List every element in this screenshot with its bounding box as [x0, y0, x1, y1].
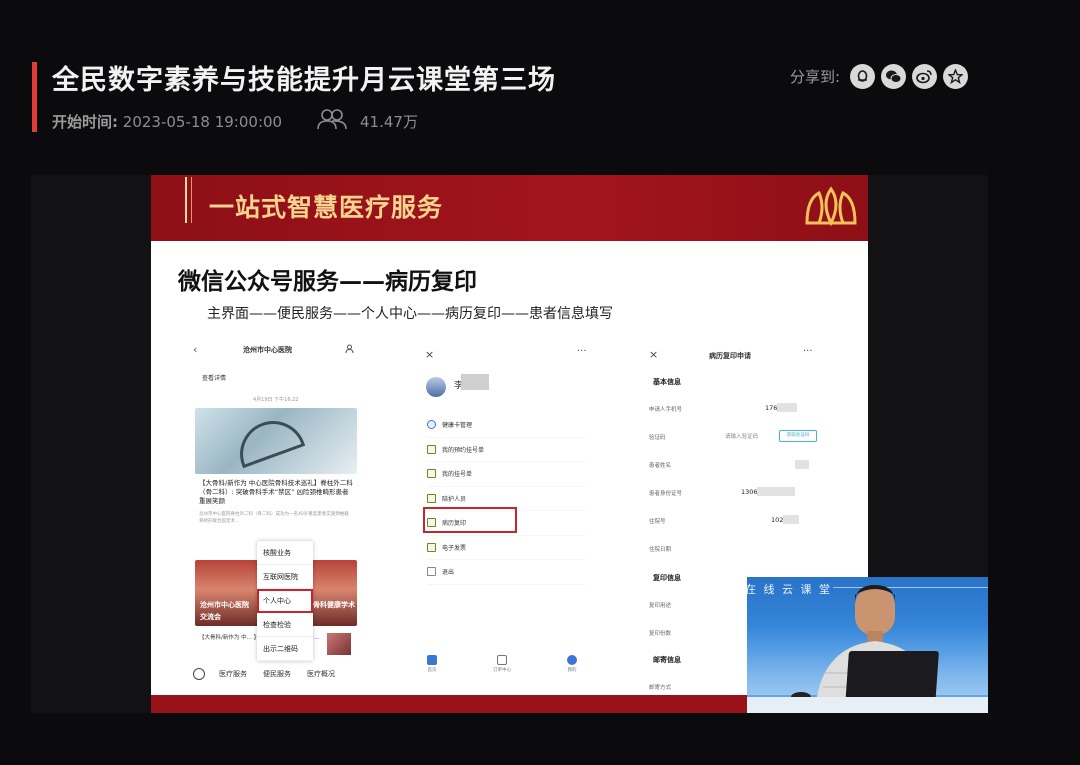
- check-icon: [427, 469, 436, 479]
- tab-orders: 订单中心: [487, 655, 517, 673]
- viewer-count-value: 41.47万: [360, 112, 418, 131]
- live-title: 全民数字素养与技能提升月云课堂第三场: [52, 65, 556, 96]
- user-icon: [345, 344, 354, 355]
- start-time-row: 开始时间: 2023-05-18 19:00:00: [52, 111, 282, 132]
- tab-medical-service: 医疗服务: [219, 670, 247, 678]
- field-label: 患者身份证号: [649, 491, 683, 497]
- privacy-mask: [783, 515, 799, 524]
- person-icon: [427, 420, 436, 430]
- viewers-icon: [316, 108, 348, 134]
- privacy-mask: [757, 487, 795, 496]
- viewer-count: 41.47万: [316, 108, 418, 134]
- form-title: 病历复印申请: [709, 352, 751, 360]
- phone-screenshot-home: ‹ 沧州市中心医院 查看详情 4月19日 下午16:22 【大骨科/新作为 中心…: [187, 343, 363, 680]
- privacy-mask: [461, 374, 489, 390]
- keyboard-icon: [193, 668, 205, 680]
- desk: [747, 697, 988, 713]
- field-label: 住院日期: [649, 547, 672, 553]
- flag-icon: [427, 567, 436, 577]
- personal-center-highlight: [257, 589, 313, 613]
- convenience-service-popup: 核酸业务 互联网医院 个人中心 检查检验 出示二维码: [257, 541, 313, 661]
- field-label: 住院号: [649, 519, 666, 525]
- privacy-mask: [777, 403, 797, 412]
- menu-item: 我的预约挂号单: [427, 438, 585, 462]
- view-detail-link: 查看详情: [202, 375, 227, 382]
- privacy-mask: [795, 460, 809, 469]
- meeting-caption-right: 骨科健康学术: [313, 601, 355, 609]
- menu-item: 健康卡管理: [427, 413, 585, 438]
- weibo-icon[interactable]: [912, 64, 938, 89]
- hospital-account-title: 沧州市中心医院: [243, 346, 292, 354]
- menu-item-logout: 退出: [427, 560, 585, 585]
- check-icon: [427, 444, 436, 454]
- start-time-value: 2023-05-18 19:00:00: [122, 113, 283, 131]
- check-icon: [427, 542, 436, 552]
- title-accent-bar: [32, 62, 37, 132]
- share-bar: 分享到:: [790, 64, 969, 89]
- section-copy-info: 复印信息: [653, 574, 681, 582]
- tab-home: 首页: [417, 655, 447, 673]
- popup-item-qrcode: 出示二维码: [257, 637, 313, 661]
- check-icon: [427, 493, 436, 503]
- field-label: 复印份数: [649, 631, 672, 637]
- meeting-caption-left: 沧州市中心医院: [200, 601, 249, 609]
- wechat-icon[interactable]: [881, 64, 907, 89]
- field-label: 复印用途: [649, 603, 672, 609]
- news-image-surgery: [195, 408, 357, 474]
- back-icon: ‹: [193, 343, 198, 356]
- presenter-webcam: 在 线 云 课 堂: [747, 577, 988, 713]
- personal-center-menu: 健康卡管理 我的预约挂号单 我的挂号单 陪护人员 病历复印 电子发票 退出: [427, 413, 585, 585]
- start-time-label: 开始时间:: [52, 113, 118, 131]
- more-icon: ···: [577, 346, 587, 357]
- tab-medical-overview: 医疗概况: [307, 670, 335, 678]
- section-basic-info: 基本信息: [653, 378, 681, 386]
- news-summary-1: 沧州市中心医院脊柱外二科（骨二科）成功为一名40岁重度患者实施颈椎截骨矫形联合固…: [199, 512, 349, 524]
- news-title-1: 【大骨科/新作为 中心医院骨科技术巡礼】脊柱外二科（骨二科）: 突破骨科手术“禁…: [199, 479, 353, 505]
- menu-item: 电子发票: [427, 536, 585, 560]
- medical-record-highlight: [423, 507, 517, 533]
- slide-heading: 微信公众号服务——病历复印: [178, 269, 477, 295]
- field-label: 患者姓名: [649, 463, 672, 469]
- get-code-button: 获取验证码: [779, 430, 817, 442]
- home-icon: [427, 655, 437, 665]
- order-icon: [497, 655, 507, 665]
- popup-item-inspection: 检查检验: [257, 613, 313, 637]
- avatar: [426, 377, 446, 397]
- field-label: 申请人手机号: [649, 407, 683, 413]
- message-date: 4月19日 下午16:22: [253, 397, 299, 403]
- person-icon: [567, 655, 577, 665]
- news-thumbnail: [327, 633, 351, 655]
- close-icon: ×: [649, 348, 659, 361]
- section-mail-info: 邮寄信息: [653, 656, 681, 664]
- hospital-logo-icon: [803, 185, 859, 233]
- field-value: 请输入验证码: [725, 434, 759, 440]
- more-icon: ···: [803, 346, 813, 357]
- tab-convenience-service: 便民服务: [263, 670, 291, 678]
- menu-item: 我的挂号单: [427, 462, 585, 487]
- slide-navigation-path: 主界面——便民服务——个人中心——病历复印——患者信息填写: [207, 306, 613, 322]
- share-label: 分享到:: [790, 68, 841, 86]
- popup-item-nucleic: 核酸业务: [257, 541, 313, 565]
- tab-mine: 我的: [557, 655, 587, 673]
- phone1-tab-bar: 医疗服务 便民服务 医疗概况: [187, 666, 363, 682]
- meeting-caption-bottom: 交流会: [200, 613, 221, 621]
- close-icon: ×: [425, 348, 435, 361]
- slide-banner-title: 一站式智慧医疗服务: [209, 193, 444, 222]
- live-page: 全民数字素养与技能提升月云课堂第三场 开始时间: 2023-05-18 19:0…: [0, 0, 1080, 765]
- qzone-icon[interactable]: [943, 64, 969, 89]
- phone2-tab-bar: 首页 订单中心 我的: [417, 655, 587, 677]
- field-label: 邮寄方式: [649, 685, 672, 691]
- qq-icon[interactable]: [850, 64, 876, 89]
- popup-item-internet-hospital: 互联网医院: [257, 565, 313, 589]
- slide-header-banner: 一站式智慧医疗服务: [151, 175, 868, 241]
- field-label: 验证码: [649, 435, 666, 441]
